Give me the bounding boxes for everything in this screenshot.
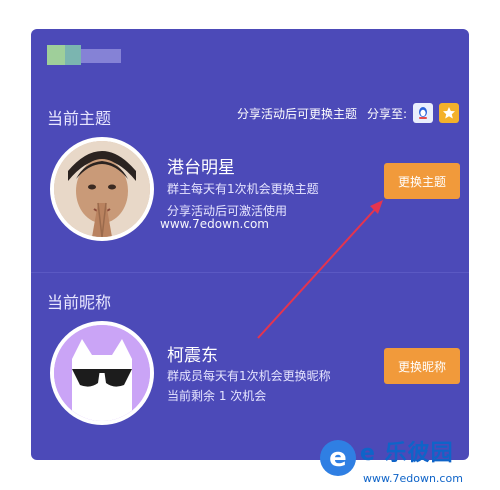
annotation-arrow (257, 200, 383, 339)
site-logo-url: www.7edown.com (363, 472, 463, 485)
site-logo-icon: e (320, 440, 356, 476)
site-watermark: www.7edown.com (160, 217, 269, 231)
site-logo-text: e 乐彼园 (360, 441, 454, 466)
